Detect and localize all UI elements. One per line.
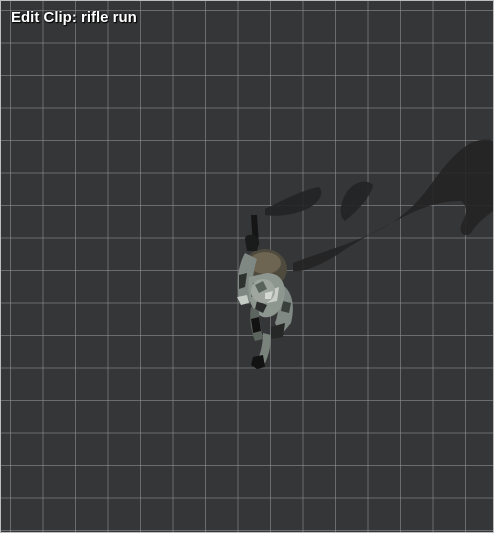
clip-editor-viewport[interactable]: Edit Clip: rifle run <box>0 0 494 533</box>
clip-title: Edit Clip: rifle run <box>11 9 137 26</box>
character-model[interactable] <box>237 215 293 369</box>
scene-canvas[interactable] <box>1 1 493 532</box>
character-shadow <box>265 139 493 272</box>
boot-right <box>251 355 265 369</box>
